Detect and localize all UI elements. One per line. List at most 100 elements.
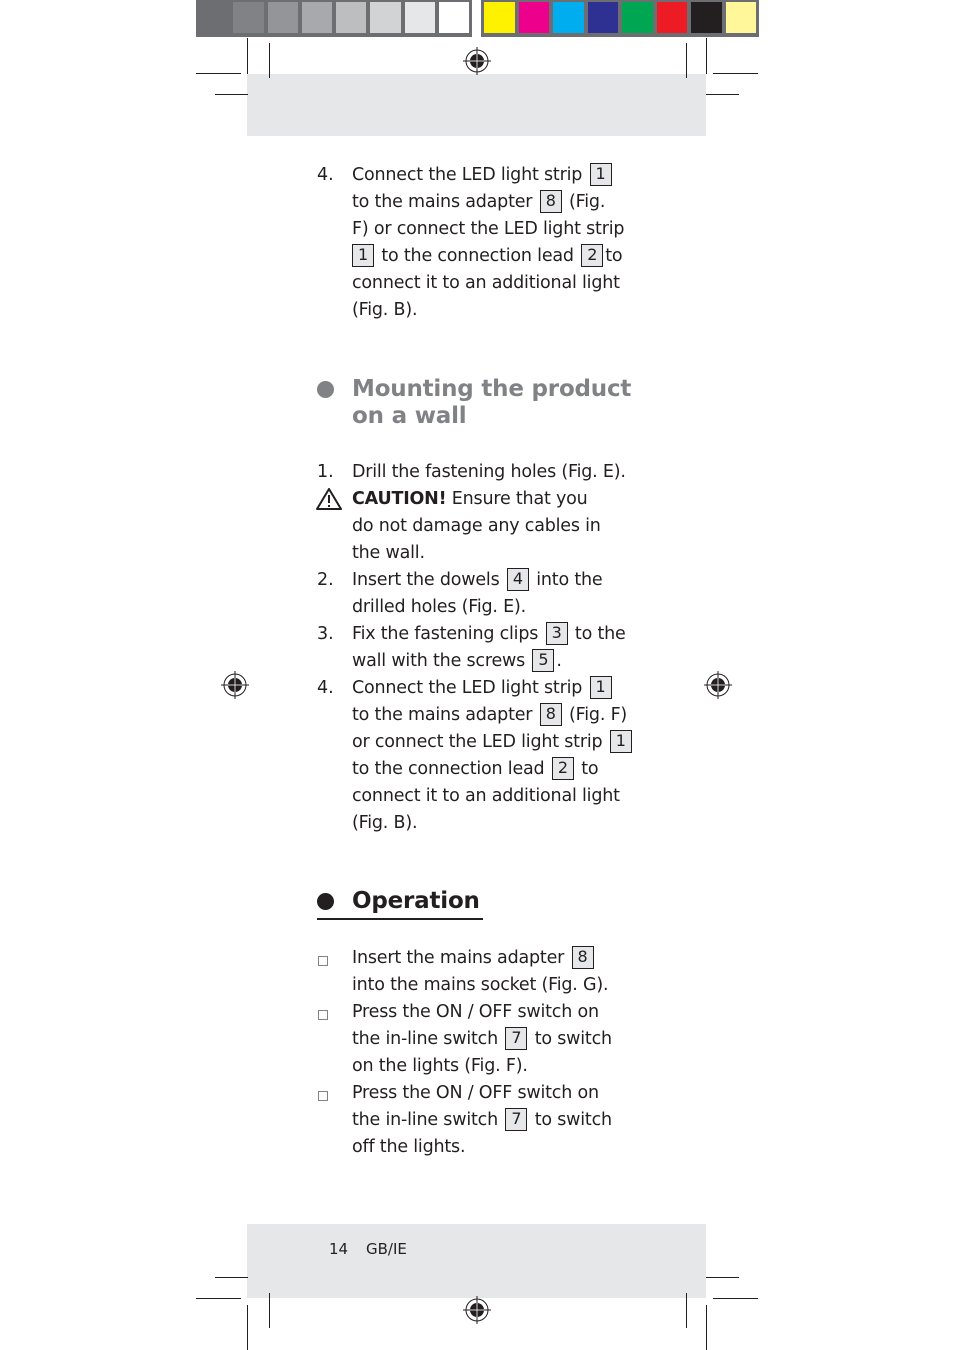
caution-text: the wall. (352, 543, 425, 563)
crop-mark (247, 38, 248, 74)
swatch (691, 2, 722, 33)
step-text: Connect the LED light strip 1 (352, 162, 614, 189)
item-text: Press the ON / OFF switch on (352, 1002, 599, 1022)
registration-mark-icon (463, 47, 491, 75)
part-ref: 5 (532, 649, 555, 672)
step-text: connect it to an additional light (352, 786, 620, 806)
text: to the connection lead (381, 246, 574, 266)
locale-label: GB/IE (366, 1240, 407, 1258)
item-text: Press the ON / OFF switch on (352, 1083, 599, 1103)
item-text: Insert the mains adapter 8 (352, 945, 596, 972)
swatch (656, 2, 687, 33)
step-text: 1 to the connection lead 2 to (352, 243, 623, 270)
grayscale-bar (196, 0, 472, 37)
crop-mark (706, 1277, 739, 1278)
crop-mark (686, 1293, 687, 1328)
text: to the connection lead (352, 759, 545, 779)
swatch (199, 2, 230, 33)
swatch (587, 2, 618, 33)
text: into the (536, 570, 603, 590)
part-ref: 8 (539, 703, 562, 726)
text: to the mains adapter (352, 192, 533, 212)
page-number: 14 (329, 1240, 349, 1258)
text: the in-line switch (352, 1110, 498, 1130)
checkbox-bullet-icon (318, 956, 328, 966)
text: Connect the LED light strip (352, 165, 583, 185)
crop-mark (706, 1305, 707, 1350)
text: to the mains adapter (352, 705, 533, 725)
step-text: to the connection lead 2 to (352, 756, 599, 783)
swatch (336, 2, 367, 33)
text: or connect the LED light strip (352, 732, 603, 752)
text: Fix the fastening clips (352, 624, 539, 644)
caution-text: do not damage any cables in (352, 516, 601, 536)
text: Ensure that you (451, 489, 588, 509)
text: to switch (534, 1110, 612, 1130)
crop-mark (706, 38, 707, 74)
crop-mark (713, 73, 758, 74)
checkbox-bullet-icon (318, 1010, 328, 1020)
item-text: off the lights. (352, 1137, 466, 1157)
part-ref: 3 (545, 622, 568, 645)
text: to (581, 759, 599, 779)
section-heading-operation: Operation (352, 888, 480, 914)
swatch (301, 2, 332, 33)
crop-mark (713, 1298, 758, 1299)
step-number: 4. (317, 678, 334, 698)
swatch (484, 2, 515, 33)
footer-band (247, 1224, 706, 1298)
part-ref: 7 (505, 1027, 528, 1050)
crop-mark (269, 1293, 270, 1328)
part-ref: 4 (506, 568, 529, 591)
text: . (556, 651, 562, 671)
section-heading-mounting: Mounting the product on a wall (352, 376, 631, 430)
crop-mark (215, 94, 248, 95)
step-text: wall with the screws 5. (352, 648, 562, 675)
step-text: Insert the dowels 4 into the (352, 567, 603, 594)
swatch (725, 2, 756, 33)
color-bar (481, 0, 759, 37)
crop-mark (247, 1305, 248, 1350)
text: to the (574, 624, 626, 644)
step-text: F) or connect the LED light strip (352, 219, 625, 239)
swatch (233, 2, 264, 33)
section-bullet-icon (317, 893, 334, 910)
item-text: into the mains socket (Fig. G). (352, 975, 609, 995)
step-text: or connect the LED light strip 1 (352, 729, 634, 756)
text: to (605, 246, 623, 266)
text: wall with the screws (352, 651, 526, 671)
text: Connect the LED light strip (352, 678, 583, 698)
text: (Fig. F) (569, 705, 628, 725)
checkbox-bullet-icon (318, 1091, 328, 1101)
swatch (518, 2, 549, 33)
text: Insert the mains adapter (352, 948, 565, 968)
item-text: the in-line switch 7 to switch (352, 1026, 612, 1053)
step-text: Connect the LED light strip 1 (352, 675, 614, 702)
step-text: to the mains adapter 8 (Fig. F) (352, 702, 627, 729)
text: the in-line switch (352, 1029, 498, 1049)
crop-mark (196, 73, 241, 74)
caution-label: CAUTION! (352, 489, 447, 509)
step-number: 2. (317, 570, 334, 590)
text: to switch (534, 1029, 612, 1049)
swatch (267, 2, 298, 33)
step-number: 1. (317, 462, 334, 482)
step-text: connect it to an additional light (352, 273, 620, 293)
heading-underline (317, 918, 483, 920)
crop-mark (269, 43, 270, 78)
step-text: (Fig. B). (352, 813, 418, 833)
warning-icon (316, 488, 342, 510)
step-text: (Fig. B). (352, 300, 418, 320)
registration-mark-icon (221, 671, 249, 699)
step-text: Fix the fastening clips 3 to the (352, 621, 626, 648)
swatch (404, 2, 435, 33)
part-ref: 8 (571, 946, 594, 969)
part-ref: 2 (551, 757, 574, 780)
part-ref: 1 (352, 244, 374, 267)
text: (Fig. (569, 192, 606, 212)
crop-mark (686, 43, 687, 78)
swatch (370, 2, 401, 33)
part-ref: 7 (505, 1108, 528, 1131)
swatch (438, 2, 469, 33)
swatch (553, 2, 584, 33)
